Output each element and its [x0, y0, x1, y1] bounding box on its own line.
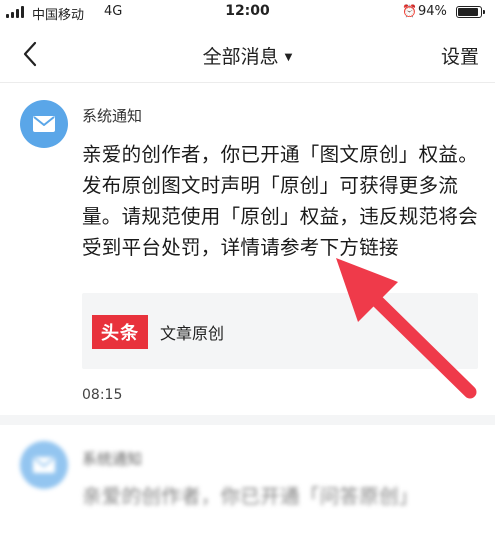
avatar	[20, 100, 68, 148]
message-item[interactable]: 系统通知 亲爱的创作者，你已开通「问答原创」	[0, 425, 495, 558]
avatar	[20, 441, 68, 489]
battery-percent: 94%	[418, 4, 447, 19]
nav-bar: 全部消息 ▼ 设置	[0, 26, 495, 83]
toutiao-logo: 头条	[92, 315, 148, 349]
page-title: 全部消息	[202, 46, 279, 68]
message-item[interactable]: 系统通知 亲爱的创作者，你已开通「图文原创」权益。发布原创图文时声明「原创」可获…	[0, 83, 495, 415]
mail-icon	[33, 116, 55, 132]
message-time: 08:15	[82, 387, 123, 403]
link-card-title: 文章原创	[160, 324, 225, 343]
message-filter-dropdown[interactable]: 全部消息 ▼	[0, 42, 495, 69]
message-body: 亲爱的创作者，你已开通「图文原创」权益。发布原创图文时声明「原创」可获得更多流量…	[82, 143, 479, 259]
triangle-down-icon: ▼	[284, 52, 293, 63]
message-body: 亲爱的创作者，你已开通「问答原创」	[82, 485, 419, 508]
mail-icon	[33, 457, 55, 473]
divider	[0, 415, 495, 425]
sender-name: 系统通知	[82, 107, 143, 125]
sender-name: 系统通知	[82, 450, 143, 468]
status-bar: 中国移动 4G 12:00 ⏰ 94%	[0, 0, 495, 26]
link-card[interactable]: 头条 文章原创	[82, 293, 478, 369]
alarm-icon: ⏰	[402, 4, 417, 18]
battery-icon	[456, 6, 485, 18]
settings-button[interactable]: 设置	[441, 42, 479, 69]
